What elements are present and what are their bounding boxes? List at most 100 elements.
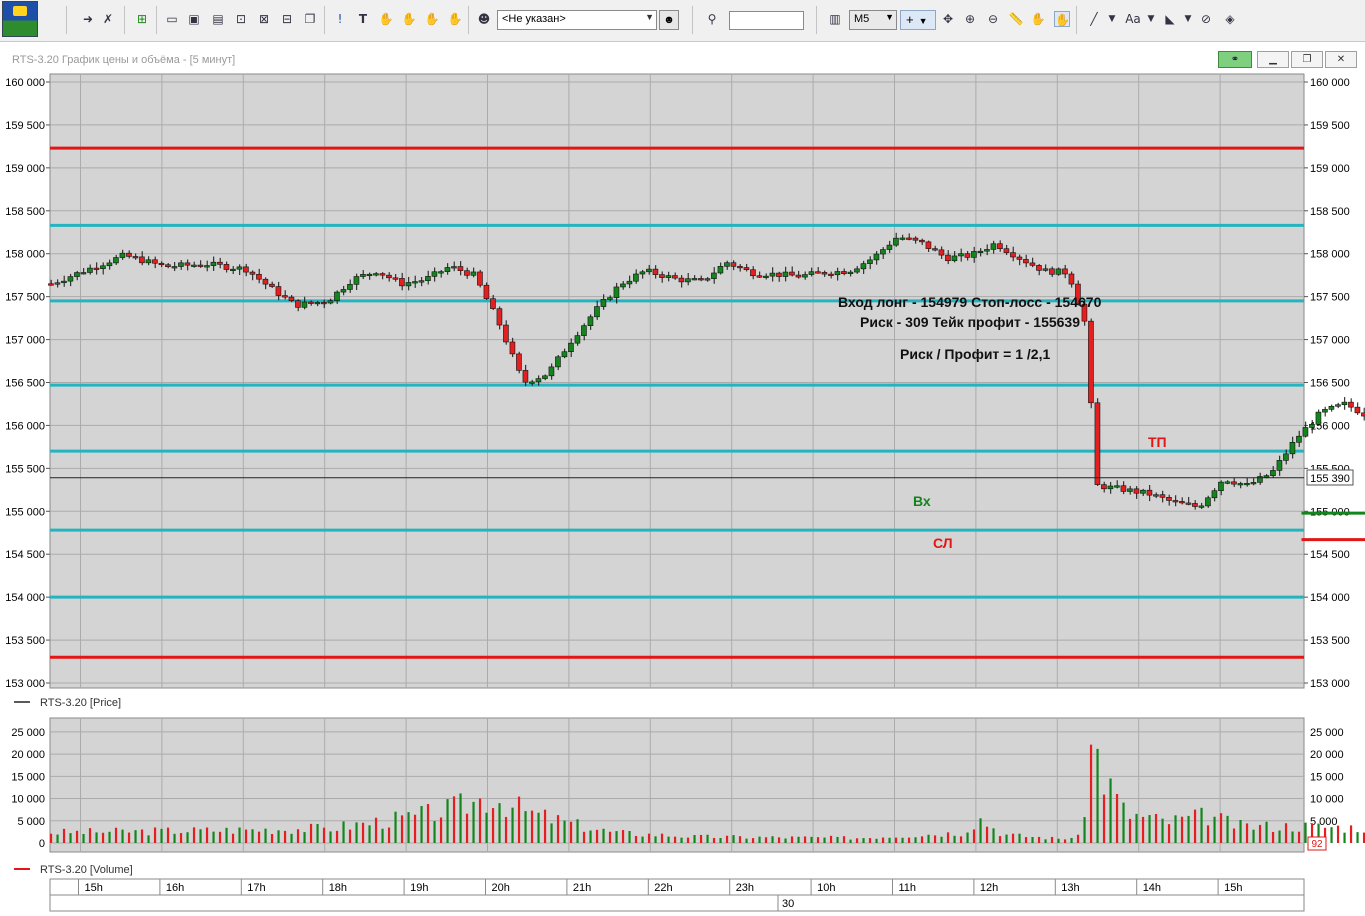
time-tick-label: 23h: [736, 882, 754, 894]
candle-up: [685, 278, 691, 283]
candle-down: [821, 272, 828, 275]
candle-down: [1146, 489, 1153, 496]
candle-down: [139, 256, 145, 264]
time-tick-label: 19h: [410, 882, 428, 894]
volume-bar: [881, 837, 885, 843]
volume-bar: [491, 808, 495, 843]
volume-bar: [595, 829, 599, 843]
volume-bar: [576, 819, 579, 843]
volume-legend-label: RTS-3.20 [Volume]: [40, 864, 133, 876]
volume-bar: [303, 832, 306, 843]
price-tick-label: 159 000: [1310, 163, 1350, 175]
volume-bar: [69, 833, 72, 843]
price-volume-chart[interactable]: 160 000 159 500 159 000 158 500 158 000 157 5…: [0, 0, 1365, 916]
candle-up: [873, 253, 880, 261]
candle-up: [236, 266, 243, 270]
volume-bar: [1076, 834, 1080, 843]
volume-bar: [1174, 815, 1177, 843]
volume-bar: [121, 829, 124, 843]
volume-bar: [212, 831, 215, 843]
candle-up: [67, 276, 74, 282]
candle-up: [1335, 404, 1341, 407]
candle-down: [912, 237, 919, 241]
volume-bar: [88, 828, 92, 843]
volume-bar: [1057, 838, 1060, 843]
candle-down: [477, 271, 483, 286]
volume-bar: [192, 827, 196, 843]
volume-bar: [985, 826, 989, 843]
candle-down: [789, 271, 795, 276]
candle-up: [1283, 453, 1289, 461]
candle-up: [633, 273, 639, 282]
volume-bar: [537, 812, 540, 843]
time-tick-label: 15h: [85, 882, 103, 894]
candle-down: [938, 249, 945, 256]
volume-bar: [745, 838, 748, 843]
volume-bar: [244, 829, 248, 843]
volume-bar: [712, 837, 716, 843]
volume-bar: [764, 837, 768, 843]
volume-bar: [1135, 813, 1138, 843]
candle-up: [847, 271, 854, 274]
volume-bar: [894, 837, 898, 843]
time-tick-label: 15h: [1224, 882, 1242, 894]
volume-bar: [966, 832, 969, 843]
volume-bar: [413, 814, 417, 843]
candle-up: [1270, 470, 1276, 476]
volume-bar: [452, 796, 456, 843]
candle-down: [1192, 503, 1198, 507]
candle-up: [555, 356, 561, 368]
candle-down: [1068, 273, 1075, 285]
candle-up: [301, 301, 308, 308]
candle-up: [438, 271, 444, 274]
time-tick-label: 10h: [817, 882, 835, 894]
volume-bar: [1096, 748, 1099, 843]
volume-bar: [231, 833, 235, 843]
volume-bar: [1271, 831, 1275, 843]
volume-plot-area[interactable]: [49, 717, 1305, 853]
price-tick-label: 153 500: [1310, 635, 1350, 647]
candle-up: [802, 274, 808, 278]
candle-down: [282, 295, 288, 298]
price-tick-label: 157 000: [1310, 335, 1350, 347]
time-axis[interactable]: [49, 878, 1305, 896]
volume-bar: [322, 827, 326, 843]
candle-down: [1348, 401, 1354, 408]
volume-bar: [530, 810, 534, 843]
candle-up: [1322, 409, 1328, 413]
candle-down: [945, 254, 951, 262]
volume-bar: [173, 833, 176, 843]
time-axis-ticks: 15h 16h 17h 18h 19h 20h 21h 22h 23h 10h 11h 12h 13h 1…: [78, 879, 1242, 895]
volume-bar: [771, 836, 774, 843]
candle-up: [1153, 494, 1159, 497]
volume-bar: [1193, 809, 1197, 843]
volume-bar: [108, 831, 111, 843]
candle-down: [678, 277, 685, 283]
candle-up: [106, 262, 113, 267]
candle-down: [503, 324, 509, 343]
volume-bar: [1005, 834, 1008, 843]
volume-bar: [914, 837, 917, 843]
volume-bar: [979, 818, 982, 843]
candle-down: [1049, 268, 1055, 275]
volume-bar: [543, 809, 547, 843]
volume-bar: [420, 806, 423, 843]
candle-up: [360, 274, 366, 277]
volume-bar: [1252, 829, 1255, 843]
candle-up: [568, 342, 574, 353]
candle-down: [48, 283, 54, 286]
volume-bar: [589, 830, 592, 843]
candle-up: [1309, 424, 1315, 428]
volume-bar: [1330, 827, 1333, 843]
volume-bar: [504, 816, 508, 843]
price-tick-label: 159 000: [5, 163, 45, 175]
volume-bar: [667, 836, 670, 843]
price-tick-label: 155 000: [5, 506, 45, 518]
candle-up: [418, 280, 425, 283]
candle-up: [867, 259, 873, 264]
candle-up: [412, 281, 418, 284]
candle-down: [483, 284, 490, 299]
volume-tick-label: 10 000: [1310, 794, 1344, 806]
volume-bar: [953, 835, 956, 843]
candle-down: [964, 253, 971, 258]
